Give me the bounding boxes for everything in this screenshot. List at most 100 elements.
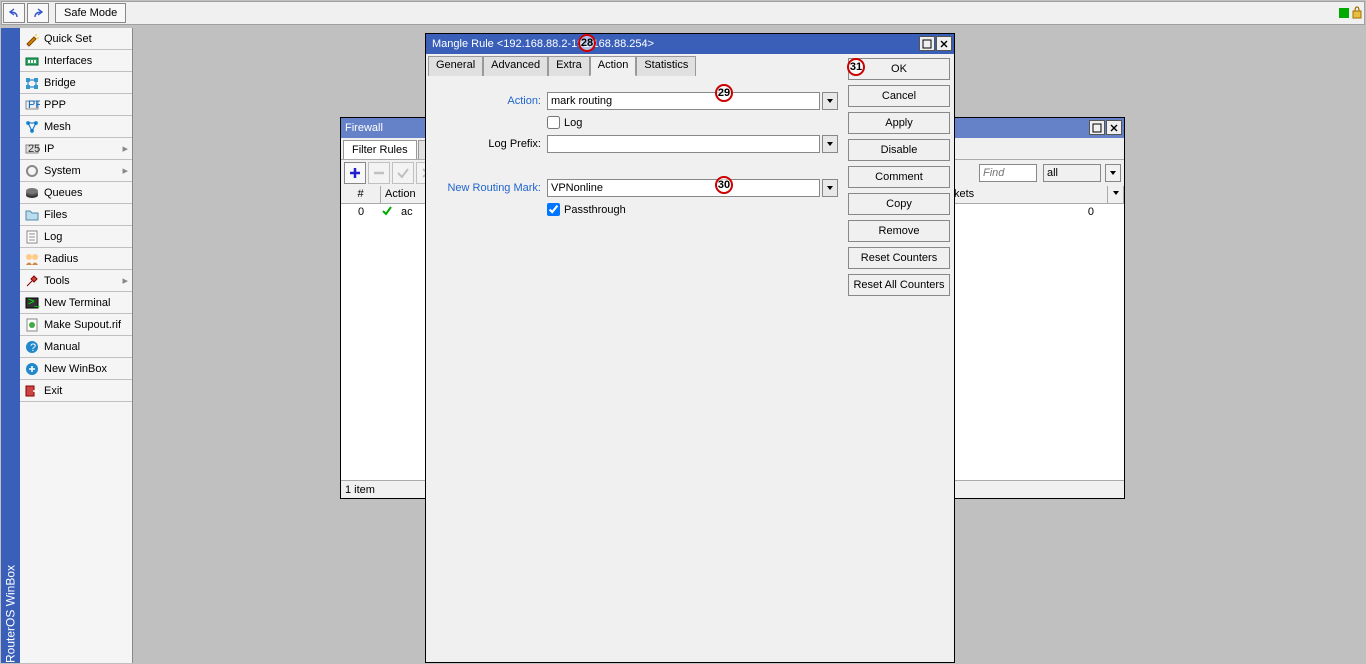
menu-quick-set[interactable]: Quick Set — [20, 28, 132, 50]
remove-button[interactable] — [368, 162, 390, 184]
new-routing-mark-dropdown-button[interactable] — [822, 179, 838, 197]
log-prefix-label: Log Prefix: — [432, 138, 547, 150]
menu-ip[interactable]: 255IP▸ — [20, 138, 132, 160]
manual-icon: ? — [24, 339, 40, 355]
tab-action[interactable]: Action — [590, 56, 637, 76]
minimize-icon — [1092, 123, 1102, 133]
minimize-icon — [922, 39, 932, 49]
mangle-title-text: Mangle Rule <192.168.88.2-192.168.88.254… — [432, 38, 654, 50]
menu-label: Mesh — [44, 121, 71, 133]
menu-queues[interactable]: Queues — [20, 182, 132, 204]
submenu-arrow-icon: ▸ — [122, 164, 128, 177]
menu-log[interactable]: Log — [20, 226, 132, 248]
tab-filter-rules[interactable]: Filter Rules — [343, 140, 417, 159]
menu-new-winbox[interactable]: New WinBox — [20, 358, 132, 380]
exit-icon — [24, 383, 40, 399]
check-icon — [381, 205, 393, 217]
svg-text:?: ? — [30, 342, 36, 354]
menu-make-supout[interactable]: Make Supout.rif — [20, 314, 132, 336]
copy-button[interactable]: Copy — [848, 193, 950, 215]
menu-label: Exit — [44, 385, 62, 397]
supout-icon — [24, 317, 40, 333]
action-label: Action: — [432, 95, 547, 107]
safe-mode-button[interactable]: Safe Mode — [55, 3, 126, 23]
menu-tools[interactable]: Tools▸ — [20, 270, 132, 292]
remove-button[interactable]: Remove — [848, 220, 950, 242]
queues-icon — [24, 185, 40, 201]
log-icon — [24, 229, 40, 245]
menu-new-terminal[interactable]: >_New Terminal — [20, 292, 132, 314]
app-title-strip: RouterOS WinBox — [1, 28, 20, 663]
triangle-down-icon — [826, 97, 834, 105]
mesh-icon — [24, 119, 40, 135]
menu-label: Manual — [44, 341, 80, 353]
wand-icon — [24, 31, 40, 47]
ppp-icon: PPP — [24, 97, 40, 113]
mangle-minimize-button[interactable] — [919, 36, 935, 51]
log-prefix-expand-button[interactable] — [822, 135, 838, 153]
tab-statistics[interactable]: Statistics — [636, 56, 696, 76]
cell-number: 0 — [341, 206, 381, 218]
enable-button[interactable] — [392, 162, 414, 184]
firewall-close-button[interactable] — [1106, 120, 1122, 135]
close-icon — [1109, 123, 1119, 133]
col-packets[interactable]: Packets — [931, 186, 1108, 203]
mangle-tabs: General Advanced Extra Action Statistics — [428, 56, 842, 76]
tools-icon — [24, 273, 40, 289]
find-input[interactable] — [979, 164, 1037, 182]
add-button[interactable] — [344, 162, 366, 184]
new-routing-mark-label: New Routing Mark: — [432, 182, 547, 194]
col-menu[interactable] — [1108, 186, 1124, 203]
menu-files[interactable]: Files — [20, 204, 132, 226]
firewall-minimize-button[interactable] — [1089, 120, 1105, 135]
check-icon — [396, 166, 410, 180]
action-input[interactable] — [547, 92, 820, 110]
menu-label: New WinBox — [44, 363, 107, 375]
menu-manual[interactable]: ? Manual — [20, 336, 132, 358]
col-number[interactable]: # — [341, 186, 381, 203]
menu-label: IP — [44, 143, 54, 155]
status-square-icon — [1339, 8, 1349, 18]
menu-ppp[interactable]: PPPPPP — [20, 94, 132, 116]
triangle-down-icon — [1109, 169, 1117, 177]
comment-button[interactable]: Comment — [848, 166, 950, 188]
ok-button[interactable]: OK — [848, 58, 950, 80]
new-routing-mark-input[interactable] — [547, 179, 820, 197]
menu-radius[interactable]: Radius — [20, 248, 132, 270]
triangle-down-icon — [826, 140, 834, 148]
menu-mesh[interactable]: Mesh — [20, 116, 132, 138]
system-icon — [24, 163, 40, 179]
log-prefix-input[interactable] — [547, 135, 820, 153]
mangle-titlebar[interactable]: Mangle Rule <192.168.88.2-192.168.88.254… — [426, 34, 954, 54]
cancel-button[interactable]: Cancel — [848, 85, 950, 107]
reset-counters-button[interactable]: Reset Counters — [848, 247, 950, 269]
log-label: Log — [564, 117, 582, 129]
log-checkbox[interactable] — [547, 116, 560, 129]
undo-icon — [8, 7, 20, 19]
undo-button[interactable] — [3, 3, 25, 23]
menu-exit[interactable]: Exit — [20, 380, 132, 402]
submenu-arrow-icon: ▸ — [122, 142, 128, 155]
radius-icon — [24, 251, 40, 267]
action-dropdown-button[interactable] — [822, 92, 838, 110]
disable-button[interactable]: Disable — [848, 139, 950, 161]
menu-bridge[interactable]: Bridge — [20, 72, 132, 94]
tab-advanced[interactable]: Advanced — [483, 56, 548, 76]
redo-button[interactable] — [27, 3, 49, 23]
reset-all-counters-button[interactable]: Reset All Counters — [848, 274, 950, 296]
tab-extra[interactable]: Extra — [548, 56, 590, 76]
passthrough-checkbox[interactable] — [547, 203, 560, 216]
mangle-close-button[interactable] — [936, 36, 952, 51]
bridge-icon — [24, 75, 40, 91]
interfaces-icon — [24, 53, 40, 69]
apply-button[interactable]: Apply — [848, 112, 950, 134]
filter-all-select[interactable]: all — [1043, 164, 1101, 182]
menu-label: Files — [44, 209, 67, 221]
close-icon — [939, 39, 949, 49]
menu-interfaces[interactable]: Interfaces — [20, 50, 132, 72]
menu-system[interactable]: System▸ — [20, 160, 132, 182]
filter-dropdown-button[interactable] — [1105, 164, 1121, 182]
top-toolbar: Safe Mode — [1, 1, 1365, 25]
tab-general[interactable]: General — [428, 56, 483, 76]
menu-label: Tools — [44, 275, 70, 287]
